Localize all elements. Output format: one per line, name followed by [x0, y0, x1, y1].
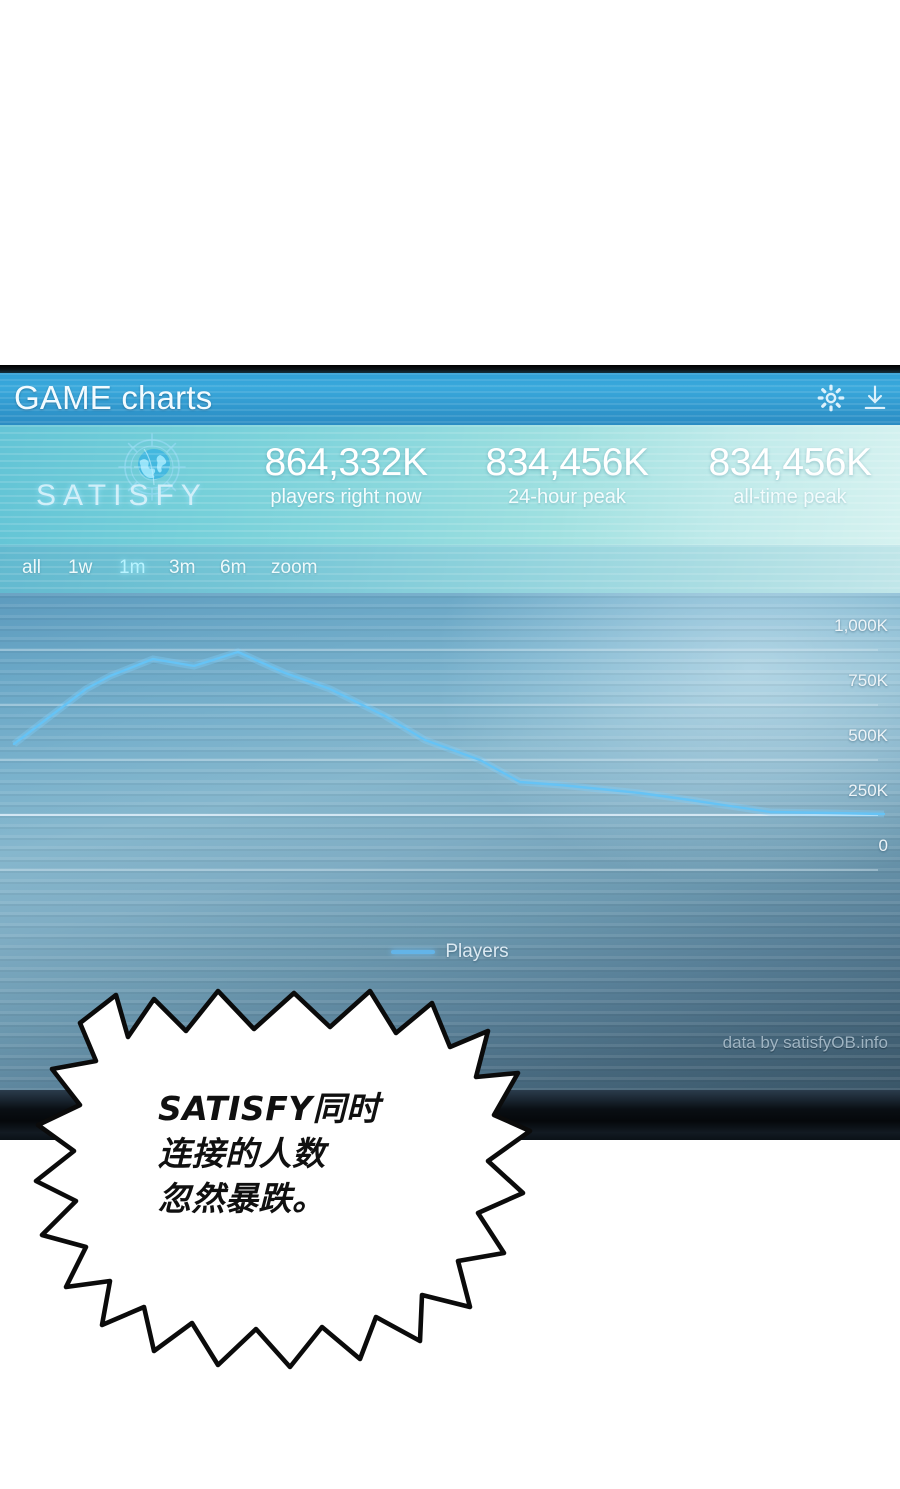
range-button-6m[interactable]: 6m [220, 557, 246, 579]
page-title: GAME charts [14, 379, 213, 416]
legend-label-players: Players [445, 941, 509, 962]
stat-players-right-now: 864,332K players right now [246, 441, 446, 509]
gear-icon[interactable] [816, 383, 846, 413]
stat-value: 834,456K [708, 441, 873, 484]
chart-series-players [11, 648, 886, 818]
range-button-zoom[interactable]: zoom [271, 557, 317, 579]
brand-logo: SATISFY [28, 429, 218, 537]
speech-bubble: SATISFY同时 连接的人数 忽然暴跌。 [18, 985, 538, 1375]
panel-header: GAME charts [0, 373, 900, 425]
range-button-1w[interactable]: 1w [68, 557, 92, 579]
stat-all-time-peak: 834,456K all-time peak [690, 441, 890, 509]
stat-label: 24-hour peak [508, 485, 626, 508]
stat-label: all-time peak [733, 485, 847, 508]
speech-bubble-text: SATISFY同时 连接的人数 忽然暴跌。 [158, 1089, 380, 1218]
range-selector: all 1w 1m 3m 6m zoom [0, 545, 900, 593]
panel-top-edge [0, 365, 900, 373]
stats-band: SATISFY 864,332K players right now 834,4… [0, 425, 900, 545]
stat-24-hour-peak: 834,456K 24-hour peak [467, 441, 667, 509]
data-credit: data by satisfyOB.info [722, 1033, 888, 1052]
y-axis-label-250k: 250K [848, 781, 888, 800]
header-icon-group [816, 383, 888, 413]
range-button-1m[interactable]: 1m [119, 557, 145, 579]
range-button-3m[interactable]: 3m [169, 557, 195, 579]
chart-legend: Players [0, 941, 900, 963]
range-button-all[interactable]: all [22, 557, 41, 579]
y-axis-label-500k: 500K [848, 726, 888, 745]
legend-swatch-players [391, 950, 436, 954]
chart-gridlines [0, 649, 878, 871]
stat-value: 834,456K [485, 441, 650, 484]
stat-value: 864,332K [264, 441, 429, 484]
y-axis-label-1000k: 1,000K [834, 616, 888, 635]
brand-name: SATISFY [36, 479, 208, 512]
stat-label: players right now [270, 485, 422, 508]
download-icon[interactable] [862, 383, 888, 413]
y-axis-label-750k: 750K [848, 671, 888, 690]
y-axis-label-0: 0 [878, 836, 888, 855]
